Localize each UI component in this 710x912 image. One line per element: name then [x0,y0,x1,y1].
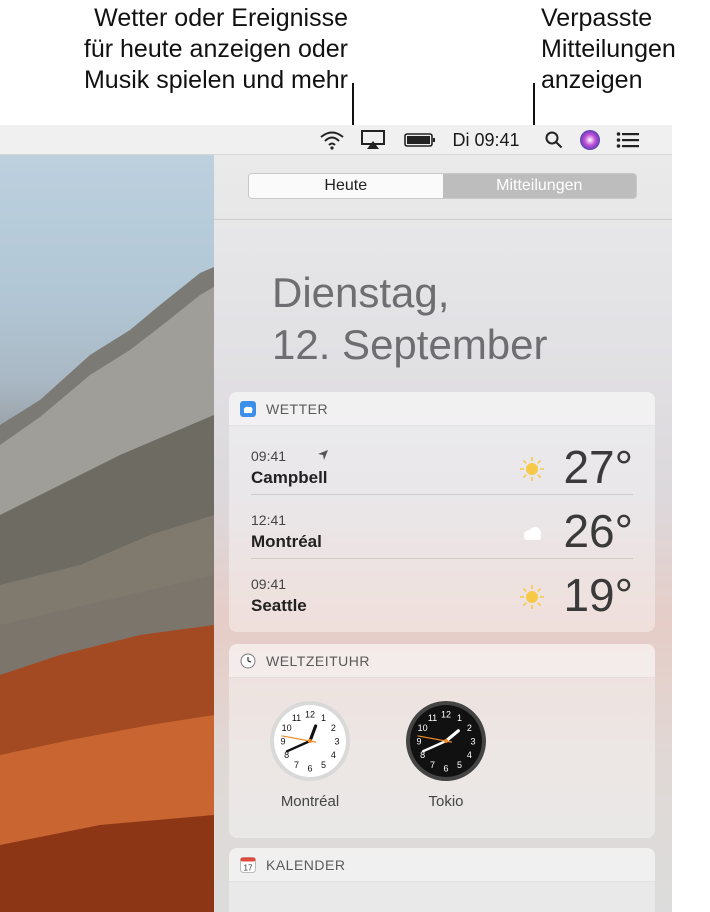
weather-row[interactable]: 12:41 Montréal 26° [251,498,633,562]
calendar-app-icon: 17 [240,856,256,873]
siri-icon[interactable] [577,125,603,155]
clock-numeral: 10 [418,723,428,733]
weather-temperature: 26° [563,505,633,557]
weather-row[interactable]: 09:41 Seattle 19° [251,562,633,626]
search-icon[interactable] [542,125,566,155]
menubar-clock[interactable]: Di 09:41 [447,125,525,155]
clock-city: Montréal [280,793,340,810]
divider [214,219,672,220]
calendar-widget-header[interactable]: 17 KALENDER [229,848,655,882]
weather-time: 12:41 [251,512,287,528]
worldclock-widget[interactable]: WELTZEITUHR 1 2 3 4 5 6 7 8 9 10 11 12 Montréal 123… [229,644,655,838]
weather-row[interactable]: 09:41 Campbell 27° [251,434,633,498]
clock-numeral: 11 [292,713,301,723]
notification-center-panel: Heute Mitteilungen Dienstag, 12. Septemb… [214,155,672,912]
weather-time: 09:41 [251,576,287,592]
calendar-widget[interactable]: 17 KALENDER [229,848,655,912]
clock-numeral: 5 [321,760,326,770]
clock-numeral: 9 [280,737,285,747]
clock-numeral: 6 [443,764,448,774]
date-weekday: Dienstag, [272,269,450,316]
clock-numeral: 3 [470,737,475,747]
tab-switcher: Heute Mitteilungen [248,173,637,199]
clock-numeral: 7 [430,760,435,770]
weather-temperature: 27° [563,441,633,493]
clock-numeral: 7 [294,760,299,770]
sun-icon [520,457,544,481]
weather-widget[interactable]: WETTER 09:41 Campbell 27° 12:41 Montréal… [229,392,655,632]
callout-line: Mitteilungen [541,35,676,63]
clock-numeral: 2 [331,723,336,733]
clock-numeral: 5 [457,760,462,770]
world-clock[interactable]: 1 2 3 4 5 6 7 8 9 10 11 12 Tokio [401,700,491,810]
clock-center-pin [308,739,312,743]
battery-icon[interactable] [402,125,438,155]
clock-numeral: 3 [334,737,339,747]
clock-numeral: 9 [416,737,421,747]
clock-numeral: 11 [428,713,437,723]
mountain-illustration [0,267,214,912]
desktop-wallpaper [0,155,214,912]
callout-line: Verpasste [541,4,653,32]
calendar-widget-title: KALENDER [266,856,346,873]
weather-widget-title: WETTER [266,400,329,417]
weather-app-icon [240,400,256,417]
wifi-icon[interactable] [316,125,348,155]
row-divider [251,558,633,559]
sun-icon [520,585,544,609]
clock-numeral: 10 [282,723,292,733]
worldclock-widget-title: WELTZEITUHR [266,652,371,669]
world-clock[interactable]: 1 2 3 4 5 6 7 8 9 10 11 12 Montréal [265,700,355,810]
callout-line: Musik spielen und mehr [83,66,348,94]
callout-line: anzeigen [541,66,643,94]
tab-today[interactable]: Heute [249,174,443,198]
cloud-icon [524,527,541,540]
callout-area: Wetter oder Ereignisse für heute anzeige… [0,0,710,125]
callout-line: für heute anzeigen oder [83,35,348,63]
weather-city: Seattle [251,596,307,615]
weather-temperature: 19° [563,569,633,621]
analog-clock-face: 1234567891011 12 [406,701,486,781]
location-arrow-icon [318,450,328,460]
clock-numeral: 12 [441,710,451,720]
date-heading: Dienstag, 12. September [272,267,548,371]
clock-numeral: 4 [467,750,472,760]
clock-city: Tokio [428,793,464,810]
clock-numeral: 4 [331,750,336,760]
weather-time: 09:41 [251,448,287,464]
weather-city: Montréal [251,532,322,551]
tab-notifications[interactable]: Mitteilungen [442,174,636,198]
clock-app-icon [240,653,256,668]
clock-numeral: 1 [457,713,462,723]
callout-notifications-description: Verpasste Mitteilungen anzeigen [541,3,710,96]
worldclock-widget-header[interactable]: WELTZEITUHR [229,644,655,678]
menu-bar: Di 09:41 [0,125,672,155]
clock-numeral: 2 [467,723,472,733]
row-divider [251,494,633,495]
clock-numeral: 12 [305,710,315,720]
clock-numeral: 1 [321,713,326,723]
date-day: 12. September [272,321,548,368]
callout-line: Wetter oder Ereignisse [94,4,348,32]
airplay-icon[interactable] [358,125,388,155]
clock-center-pin [444,739,448,743]
callout-today-description: Wetter oder Ereignisse für heute anzeige… [32,3,348,96]
page-margin [672,125,710,912]
calendar-icon-day: 17 [244,863,253,872]
clock-numeral: 6 [307,764,312,774]
notification-center-icon[interactable] [614,125,642,155]
weather-widget-header[interactable]: WETTER [229,392,655,426]
weather-city: Campbell [251,468,328,487]
analog-clock-face: 1234567891011 12 [270,701,350,781]
